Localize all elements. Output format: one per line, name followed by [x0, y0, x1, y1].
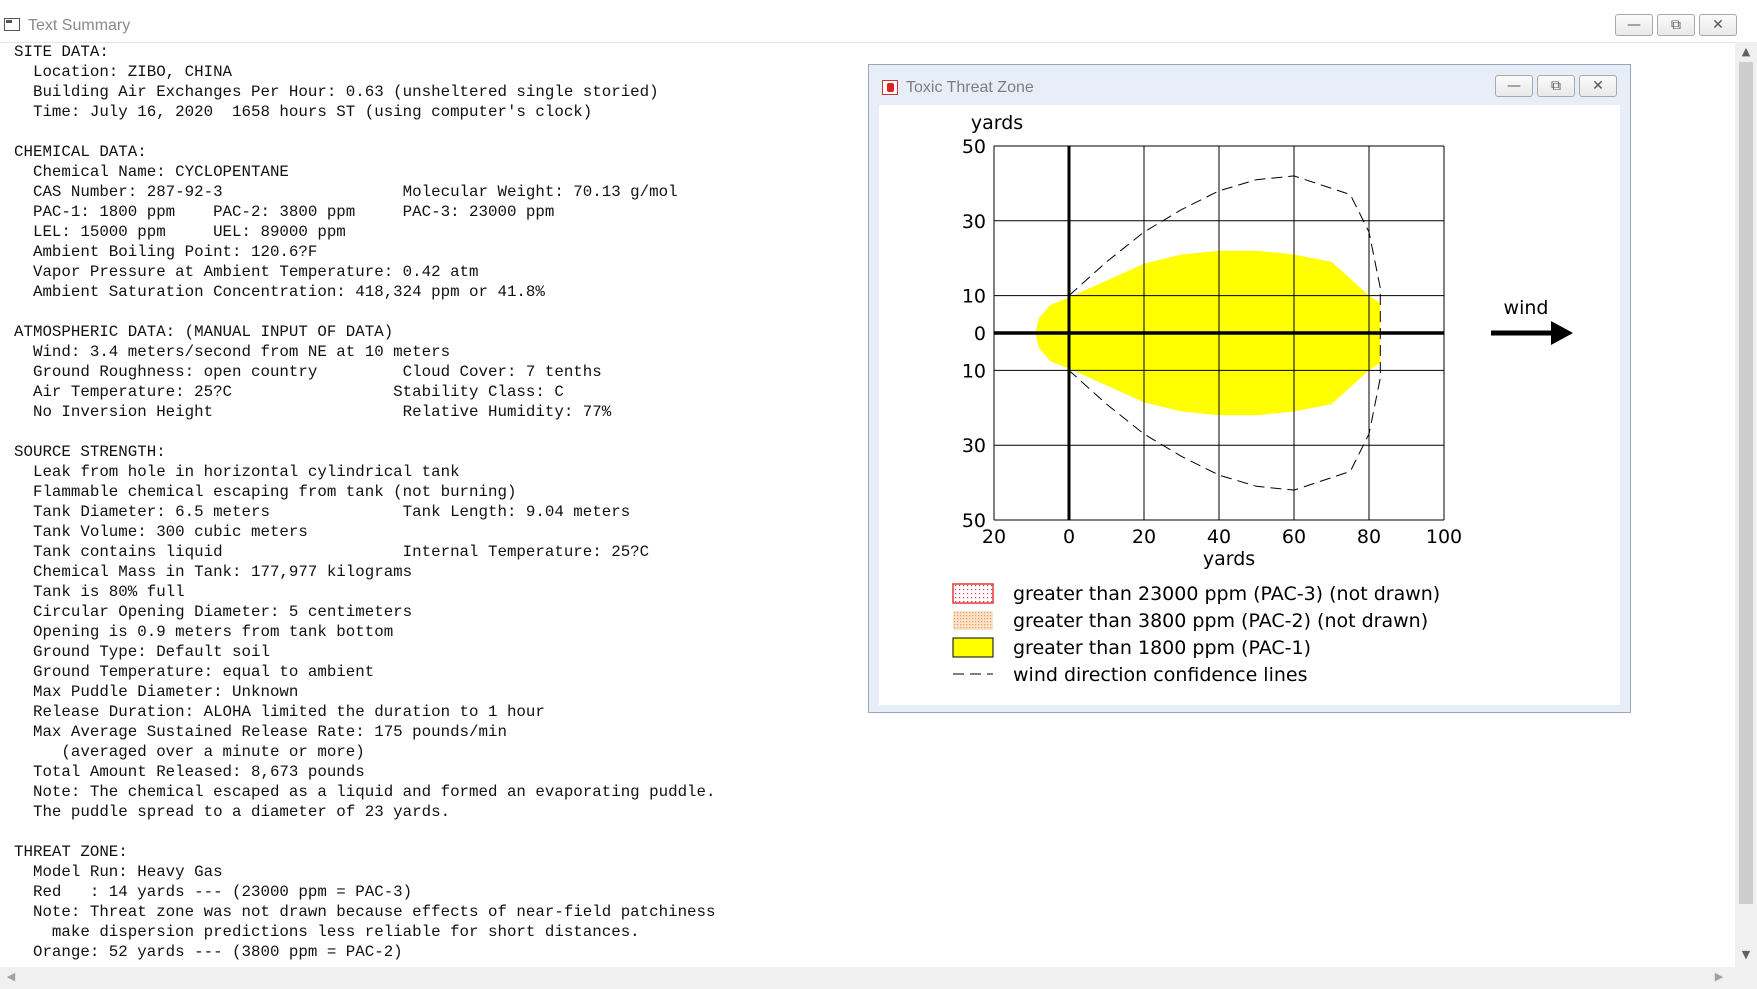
summary-line: Model Run: Heavy Gas [14, 863, 223, 881]
resize-grip-icon[interactable] [1735, 967, 1757, 989]
threat-minimize-button[interactable]: — [1495, 75, 1533, 97]
legend-label: wind direction confidence lines [1013, 664, 1308, 686]
x-tick-label: 100 [1426, 526, 1462, 548]
horizontal-scrollbar[interactable]: ◀ ▶ [0, 967, 1735, 989]
vertical-scrollbar[interactable]: ▲ ▼ [1735, 42, 1757, 967]
scroll-left-icon[interactable]: ◀ [4, 970, 18, 983]
wind-arrow-icon [1551, 321, 1573, 345]
y-tick-label: 50 [962, 510, 986, 532]
scrollbar-thumb[interactable] [1739, 62, 1753, 904]
y-tick-label: 10 [962, 286, 986, 308]
x-axis-title: yards [1203, 548, 1255, 570]
legend-label: greater than 3800 ppm (PAC-2) (not drawn… [1013, 610, 1428, 632]
threat-window-titlebar[interactable]: Toxic Threat Zone — ⧉ ✕ [869, 65, 1630, 105]
summary-line: Total Amount Released: 8,673 pounds [14, 763, 365, 781]
toxic-threat-zone-window[interactable]: Toxic Threat Zone — ⧉ ✕ 20 0 20 40 60 80 100 50… [868, 64, 1631, 713]
maximize-button[interactable]: ⧉ [1657, 14, 1695, 36]
x-tick-label: 20 [1132, 526, 1156, 548]
x-tick-label: 60 [1282, 526, 1306, 548]
y-tick-label: 10 [962, 360, 986, 382]
y-tick-label: 30 [962, 435, 986, 457]
threat-zone-plot-area: 20 0 20 40 60 80 100 50 30 10 0 10 30 50 yards yards win… [879, 105, 1620, 705]
summary-line: SITE DATA: [14, 43, 109, 61]
y-tick-label: 50 [962, 136, 986, 158]
summary-line: (averaged over a minute or more) [14, 743, 365, 761]
summary-line: Max Average Sustained Release Rate: 175 … [14, 723, 507, 741]
x-tick-label: 80 [1357, 526, 1381, 548]
y-axis-title: yards [971, 112, 1023, 134]
summary-line: make dispersion predictions less reliabl… [14, 923, 640, 941]
legend-label: greater than 1800 ppm (PAC-1) [1013, 637, 1311, 659]
close-button[interactable]: ✕ [1699, 14, 1737, 36]
minimize-button[interactable]: — [1615, 14, 1653, 36]
threat-window-title: Toxic Threat Zone [906, 79, 1034, 96]
x-tick-label: 40 [1207, 526, 1231, 548]
threat-zone-icon [882, 80, 898, 95]
app-window-icon [4, 18, 20, 31]
scroll-up-icon[interactable]: ▲ [1740, 45, 1752, 59]
summary-line: Note: Threat zone was not drawn because … [14, 903, 716, 921]
scroll-down-icon[interactable]: ▼ [1740, 948, 1752, 962]
summary-line: Orange: 52 yards --- (3800 ppm = PAC-2) [14, 943, 403, 961]
threat-zone-chart: 20 0 20 40 60 80 1005030100103050yardsyardswin… [952, 112, 1573, 686]
scroll-right-icon[interactable]: ▶ [1712, 970, 1726, 983]
y-tick-label: 0 [974, 323, 986, 345]
legend-swatch-pac3 [952, 583, 994, 604]
main-window-title: Text Summary [28, 17, 131, 34]
summary-line: The puddle spread to a diameter of 23 ya… [14, 803, 451, 821]
y-tick-label: 30 [962, 211, 986, 233]
threat-maximize-button[interactable]: ⧉ [1537, 75, 1575, 97]
legend-swatch-pac2 [953, 611, 993, 630]
legend-label: greater than 23000 ppm (PAC-3) (not draw… [1013, 583, 1440, 605]
summary-line: Note: The chemical escaped as a liquid a… [14, 783, 716, 801]
legend-swatch-pac1 [952, 637, 994, 658]
threat-close-button[interactable]: ✕ [1579, 75, 1617, 97]
x-tick-label: 0 [1063, 526, 1075, 548]
wind-label: wind [1504, 297, 1549, 319]
summary-line: Red : 14 yards --- (23000 ppm = PAC-3) [14, 883, 413, 901]
main-window-titlebar[interactable]: Text Summary — ⧉ ✕ [0, 0, 1757, 43]
summary-line: THREAT ZONE: [14, 843, 128, 861]
